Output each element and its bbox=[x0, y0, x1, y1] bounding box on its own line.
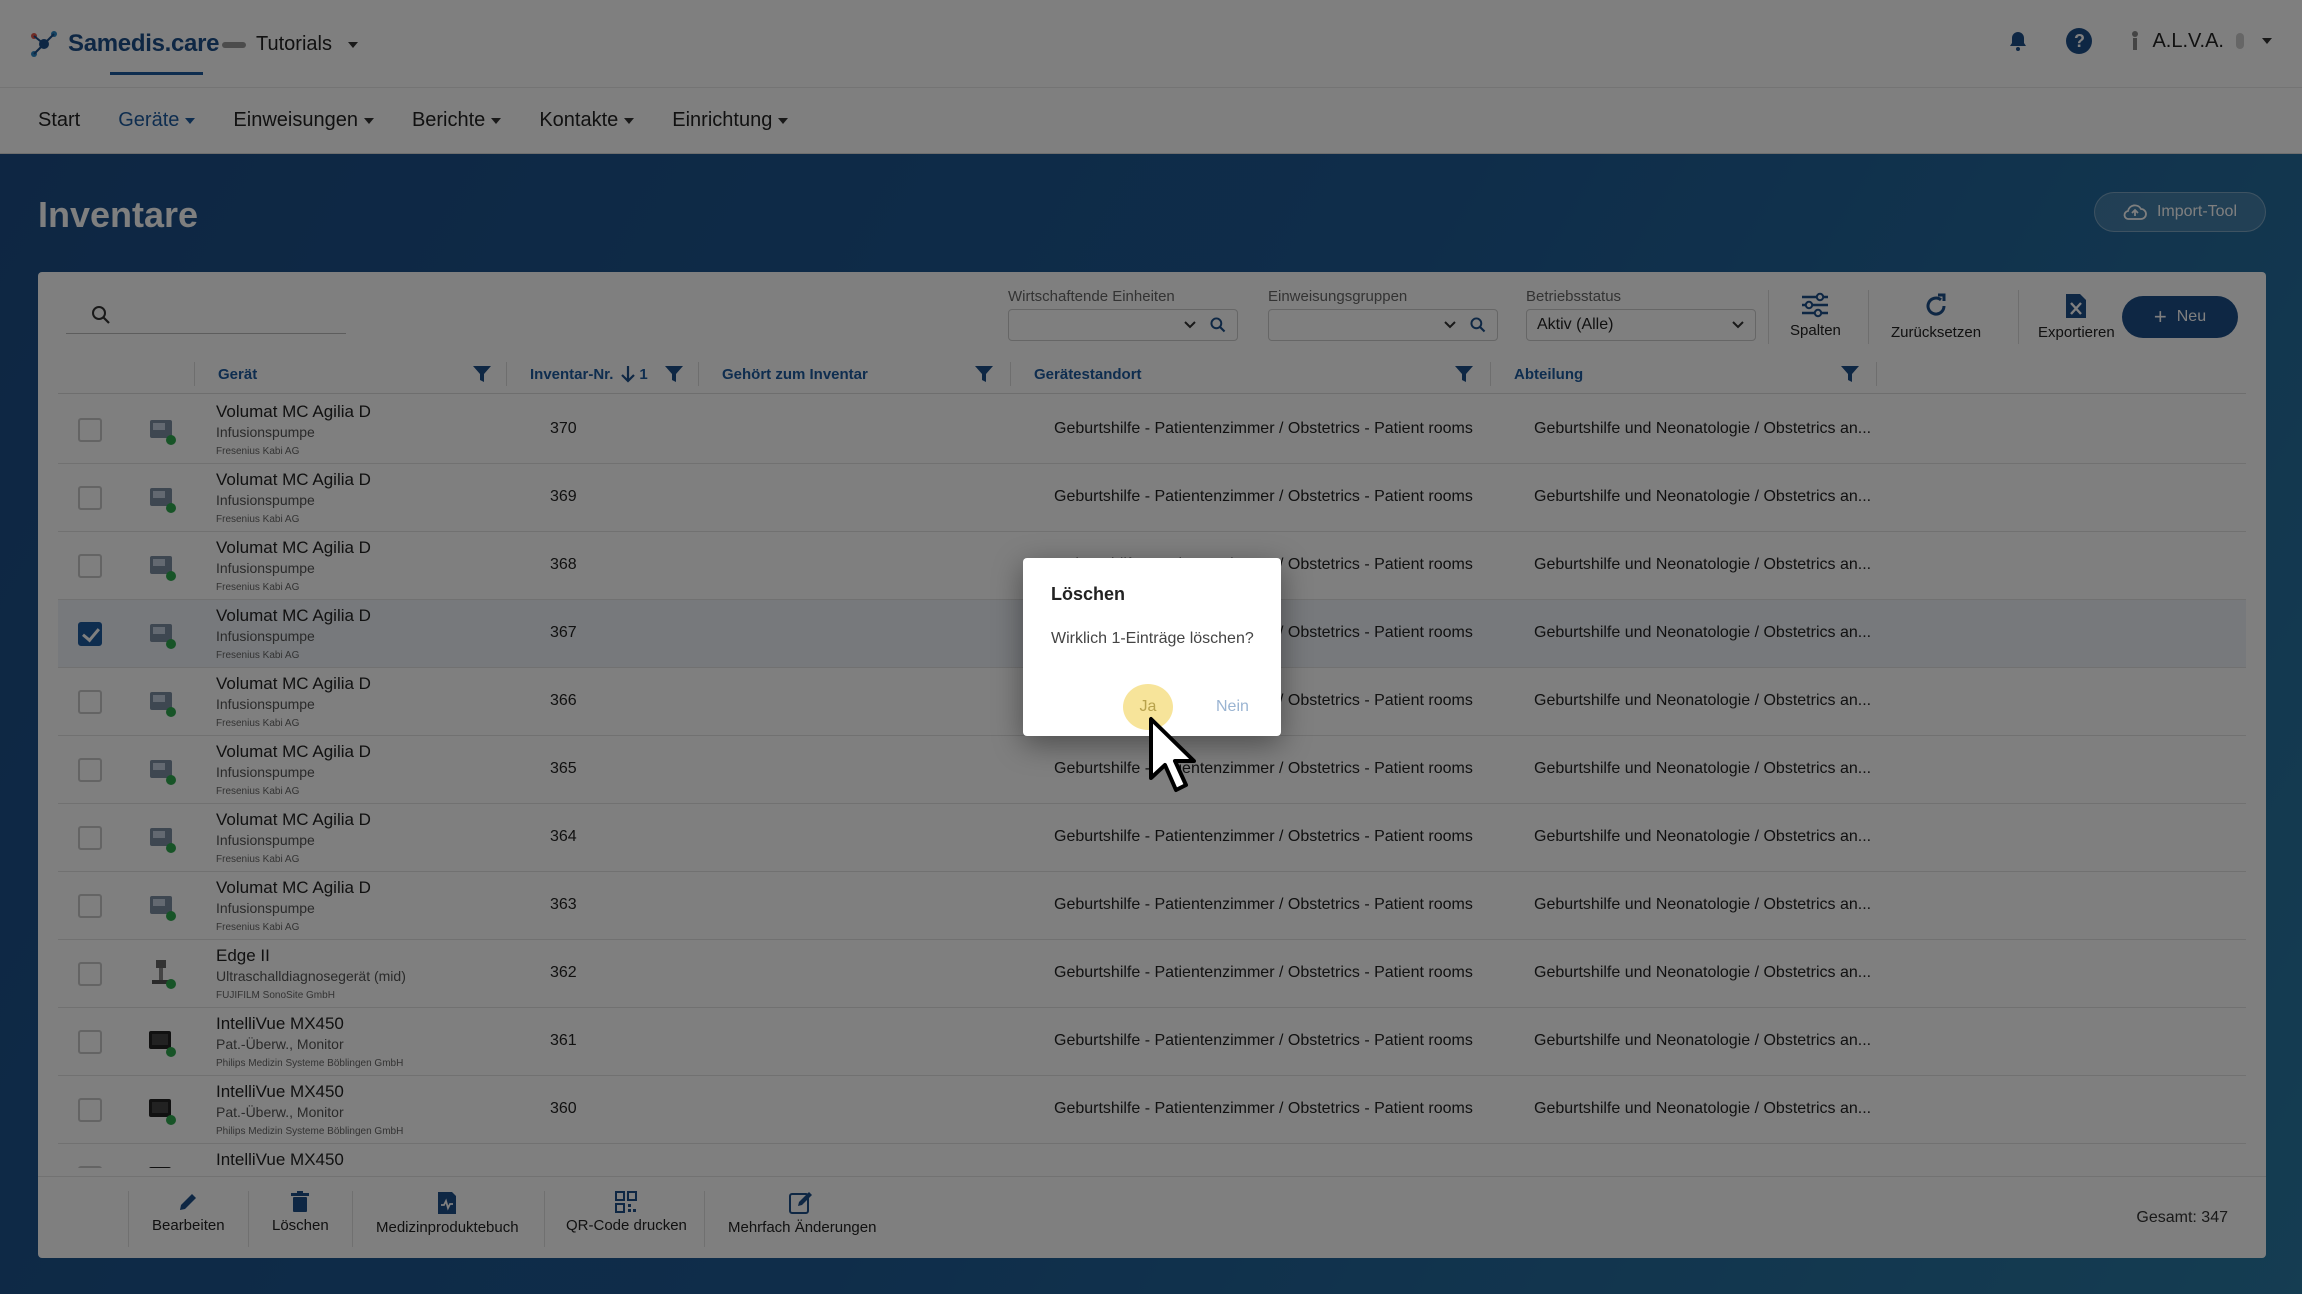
confirm-no-button[interactable]: Nein bbox=[1216, 698, 1249, 716]
dialog-title: Löschen bbox=[1051, 584, 1126, 604]
mouse-cursor-icon bbox=[1149, 717, 1196, 792]
dialog-message: Wirklich 1-Einträge löschen? bbox=[1051, 630, 1254, 647]
delete-confirm-dialog: Löschen Wirklich 1-Einträge löschen? Ja … bbox=[1023, 558, 1281, 736]
